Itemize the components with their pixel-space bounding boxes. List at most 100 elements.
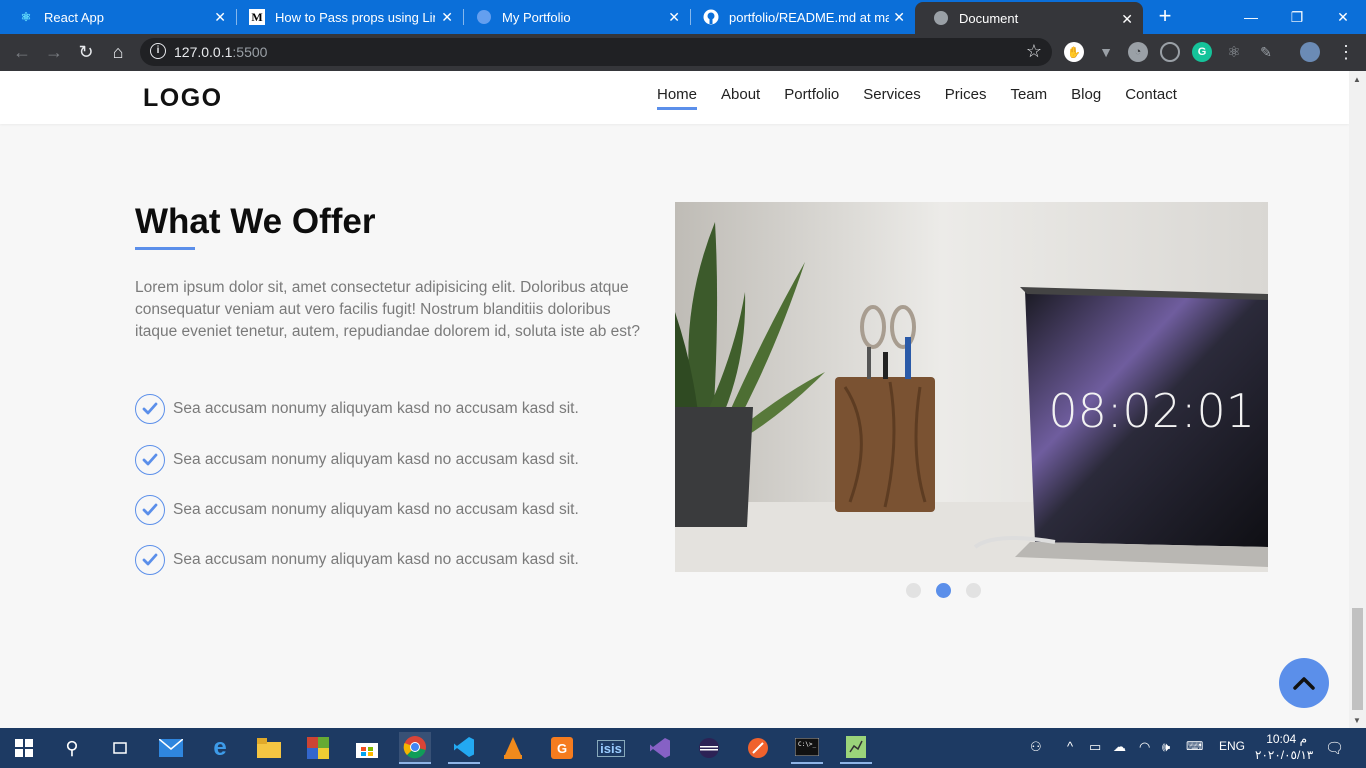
battery-icon[interactable]: ▭: [1089, 739, 1101, 755]
nav-team[interactable]: Team: [1010, 86, 1047, 110]
nav-portfolio[interactable]: Portfolio: [784, 86, 839, 110]
chevron-up-icon: [1293, 677, 1315, 690]
title-underline: [135, 247, 195, 250]
onedrive-icon[interactable]: ☁: [1113, 739, 1126, 755]
close-icon[interactable]: ✕: [668, 9, 680, 25]
nav-blog[interactable]: Blog: [1071, 86, 1101, 110]
feature-text: Sea accusam nonumy aliquyam kasd no accu…: [173, 451, 579, 468]
web-page: LOGO Home About Portfolio Services Price…: [0, 71, 1349, 728]
nav-about[interactable]: About: [721, 86, 760, 110]
tab-document[interactable]: Document ✕: [915, 2, 1143, 34]
react-icon: ⚛: [20, 10, 32, 24]
tab-medium[interactable]: M How to Pass props using Link a ✕: [231, 0, 463, 34]
browser-tab-bar: ⚛ React App ✕ M How to Pass props using …: [0, 0, 1366, 34]
feature-item: Sea accusam nonumy aliquyam kasd no accu…: [135, 545, 675, 575]
winrar-icon[interactable]: [302, 732, 334, 764]
windows-start-icon[interactable]: [8, 732, 40, 764]
bookmark-star-icon[interactable]: ☆: [1026, 41, 1042, 62]
nav-services[interactable]: Services: [863, 86, 921, 110]
scroll-up-icon[interactable]: ▲: [1353, 75, 1361, 84]
eclipse-icon[interactable]: [693, 732, 725, 764]
slider-dot-2[interactable]: [936, 583, 951, 598]
chrome-icon[interactable]: [399, 732, 431, 764]
globe-icon: [933, 10, 949, 26]
language-indicator[interactable]: ENG: [1219, 739, 1245, 753]
close-icon[interactable]: ✕: [214, 9, 226, 25]
isis-icon[interactable]: isis: [595, 732, 627, 764]
extension-icon[interactable]: ✋: [1064, 42, 1084, 62]
back-icon[interactable]: ←: [10, 40, 34, 64]
wifi-icon[interactable]: ◠: [1139, 739, 1150, 755]
laptop-clock-text: 08:02:01: [1048, 384, 1255, 438]
close-window-icon[interactable]: ✕: [1320, 0, 1366, 34]
forward-icon[interactable]: →: [42, 40, 66, 64]
feature-item: Sea accusam nonumy aliquyam kasd no accu…: [135, 394, 675, 424]
tab-react-app[interactable]: ⚛ React App ✕: [0, 0, 236, 34]
close-icon[interactable]: ✕: [893, 9, 905, 25]
search-icon[interactable]: ⚲: [56, 732, 88, 764]
browser-toolbar: ← → ↻ ⌂ i 127.0.0.1:5500 ☆ ✋ ▼ ◔ G ⚛ ✎ ⋮: [0, 34, 1366, 71]
windows-taskbar: ⚲ e G isis C:\>_ ⚇ ^ ▭ ☁ ◠ 🕪 ⌨ ENG 10:04…: [0, 728, 1366, 768]
extension-icon[interactable]: ◔: [1128, 42, 1148, 62]
grammarly-icon[interactable]: G: [1192, 42, 1212, 62]
extension-icon[interactable]: [1160, 42, 1180, 62]
volume-icon[interactable]: 🕪: [1162, 739, 1170, 755]
clock-time: 10:04 م: [1266, 732, 1307, 746]
feature-item: Sea accusam nonumy aliquyam kasd no accu…: [135, 495, 675, 525]
people-icon[interactable]: ⚇: [1030, 739, 1042, 755]
reload-icon[interactable]: ↻: [74, 40, 98, 64]
back-to-top-button[interactable]: [1279, 658, 1329, 708]
site-info-icon[interactable]: i: [150, 43, 166, 59]
color-picker-icon[interactable]: ✎: [1256, 42, 1276, 62]
image-slider[interactable]: 08:02:01: [675, 202, 1268, 572]
notification-icon[interactable]: 🗨: [1325, 739, 1344, 757]
chevron-up-icon[interactable]: ^: [1067, 739, 1073, 754]
minimize-icon[interactable]: —: [1228, 0, 1274, 34]
tab-my-portfolio[interactable]: My Portfolio ✕: [458, 0, 690, 34]
page-scrollbar[interactable]: ▲ ▼: [1349, 71, 1366, 728]
menu-icon[interactable]: ⋮: [1334, 40, 1358, 64]
tab-github-readme[interactable]: portfolio/README.md at maste ✕: [685, 0, 915, 34]
notepad-icon[interactable]: [840, 732, 872, 764]
feature-text: Sea accusam nonumy aliquyam kasd no accu…: [173, 400, 579, 417]
scrollbar-thumb[interactable]: [1352, 608, 1363, 710]
check-icon: [135, 394, 165, 424]
nav-home[interactable]: Home: [657, 86, 698, 110]
home-icon[interactable]: ⌂: [106, 40, 130, 64]
section-title: What We Offer: [135, 202, 376, 241]
slider-dot-1[interactable]: [906, 583, 921, 598]
check-icon: [135, 495, 165, 525]
keyboard-icon[interactable]: ⌨: [1186, 739, 1203, 753]
globe-icon: [476, 9, 492, 25]
file-explorer-icon[interactable]: [253, 732, 285, 764]
close-icon[interactable]: ✕: [441, 9, 453, 25]
react-devtools-icon[interactable]: ⚛: [1224, 42, 1244, 62]
restore-icon[interactable]: ❐: [1274, 0, 1320, 34]
mail-icon[interactable]: [155, 732, 187, 764]
clock-date: ٢٠٢٠/٠٥/١٣: [1255, 748, 1314, 762]
check-icon: [135, 445, 165, 475]
postman-icon[interactable]: [742, 732, 774, 764]
scroll-down-icon[interactable]: ▼: [1353, 716, 1361, 725]
url-text: 127.0.0.1:5500: [174, 44, 268, 60]
store-icon[interactable]: [351, 732, 383, 764]
foxit-pdf-icon[interactable]: G: [546, 732, 578, 764]
feature-text: Sea accusam nonumy aliquyam kasd no accu…: [173, 501, 579, 518]
vue-devtools-icon[interactable]: ▼: [1096, 42, 1116, 62]
vscode-icon[interactable]: [448, 732, 480, 764]
nav-contact[interactable]: Contact: [1125, 86, 1177, 110]
edge-icon[interactable]: e: [204, 732, 236, 764]
vlc-icon[interactable]: [497, 732, 529, 764]
clock[interactable]: 10:04 م ٢٠٢٠/٠٥/١٣: [1255, 731, 1314, 763]
task-view-icon[interactable]: [104, 732, 136, 764]
close-icon[interactable]: ✕: [1121, 11, 1133, 27]
new-tab-button[interactable]: +: [1154, 5, 1176, 28]
profile-avatar[interactable]: [1300, 42, 1320, 62]
terminal-icon[interactable]: C:\>_: [791, 732, 823, 764]
slider-dot-3[interactable]: [966, 583, 981, 598]
nav-prices[interactable]: Prices: [945, 86, 987, 110]
site-logo[interactable]: LOGO: [143, 84, 223, 113]
feature-text: Sea accusam nonumy aliquyam kasd no accu…: [173, 551, 579, 568]
visual-studio-icon[interactable]: [644, 732, 676, 764]
address-bar[interactable]: i 127.0.0.1:5500 ☆: [140, 38, 1052, 66]
